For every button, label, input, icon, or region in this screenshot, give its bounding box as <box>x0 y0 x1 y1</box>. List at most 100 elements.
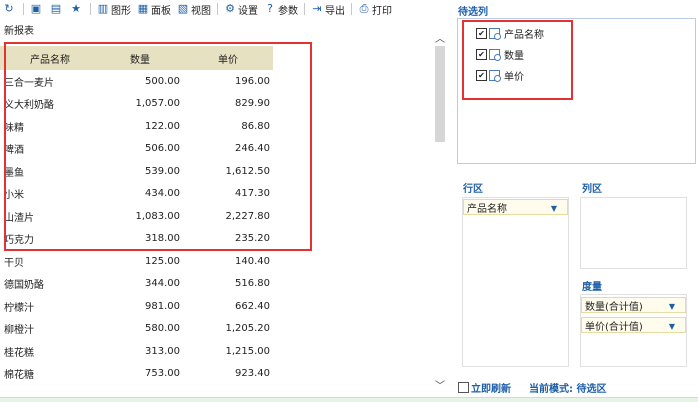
cell-product: 味精 <box>4 122 24 134</box>
column-zone-label: 列区 <box>582 184 602 195</box>
star-button[interactable]: ★ <box>67 0 87 18</box>
column-zone[interactable] <box>580 197 687 269</box>
field-label: 产品名称 <box>504 30 544 41</box>
params-button[interactable]: ? 参数 <box>261 0 301 18</box>
toolbar-label: 视图 <box>191 5 211 17</box>
view-button[interactable]: ▧ 视图 <box>174 0 214 18</box>
toolbar-separator <box>304 3 305 15</box>
zone-item-label: 数量(合计值) <box>585 301 643 313</box>
cell-price: 923.40 <box>235 368 270 380</box>
measure-item-quantity[interactable]: 数量(合计值) ▼ <box>581 297 686 313</box>
field-search-icon <box>489 28 501 40</box>
toolbar-separator <box>217 3 218 15</box>
cell-quantity: 539.00 <box>145 165 180 177</box>
cell-product: 巧克力 <box>4 235 34 247</box>
cell-price: 1,205.20 <box>225 323 270 335</box>
table-row[interactable]: 味精 122.00 86.80 <box>0 115 273 138</box>
chevron-down-icon[interactable]: ﹀ <box>435 377 445 392</box>
table-row[interactable]: 三合一麦片 500.00 196.00 <box>0 70 273 93</box>
table-row[interactable]: 巧克力 318.00 235.20 <box>0 228 273 251</box>
table-row[interactable]: 义大利奶酪 1,057.00 829.90 <box>0 93 273 116</box>
candidates-title: 待选列 <box>458 7 488 18</box>
cell-quantity: 313.00 <box>145 345 180 357</box>
candidate-field-list: ✔ 产品名称 ✔ 数量 ✔ 单价 <box>457 18 696 164</box>
table-row[interactable]: 桂花糕 313.00 1,215.00 <box>0 340 273 363</box>
table-row[interactable]: 啤酒 506.00 246.40 <box>0 138 273 161</box>
cell-price: 417.30 <box>235 188 270 200</box>
bottom-bar: 立即刷新 当前模式: 待选区 <box>458 380 606 395</box>
cell-price: 196.00 <box>235 75 270 87</box>
cell-product: 墨鱼 <box>4 167 24 179</box>
cell-price: 235.20 <box>235 233 270 245</box>
params-icon: ? <box>267 2 273 15</box>
scrollbar-thumb[interactable] <box>435 46 445 142</box>
column-header-quantity[interactable]: 数量 <box>97 46 183 70</box>
mode-status: 当前模式: 待选区 <box>529 384 607 395</box>
toolbar-label: 设置 <box>238 5 258 17</box>
measure-item-price[interactable]: 单价(合计值) ▼ <box>581 317 686 333</box>
table-row[interactable]: 棉花糖 753.00 923.40 <box>0 363 273 386</box>
candidate-field-quantity[interactable]: ✔ 数量 <box>476 47 524 62</box>
candidate-field-product[interactable]: ✔ 产品名称 <box>476 26 544 41</box>
cell-product: 山渣片 <box>4 212 34 224</box>
cell-quantity: 125.00 <box>145 255 180 267</box>
cell-product: 啤酒 <box>4 145 24 157</box>
auto-refresh-checkbox[interactable] <box>458 382 469 393</box>
table-row[interactable]: 墨鱼 539.00 1,612.50 <box>0 160 273 183</box>
table-row[interactable]: 柠檬汁 981.00 662.40 <box>0 295 273 318</box>
settings-button[interactable]: ⚙ 设置 <box>221 0 261 18</box>
table-row[interactable]: 柳橙汁 580.00 1,205.20 <box>0 318 273 341</box>
checkbox-checked-icon[interactable]: ✔ <box>476 28 487 39</box>
view-icon: ▧ <box>177 2 189 15</box>
column-header-price[interactable]: 单价 <box>183 46 273 70</box>
panel-button[interactable]: ▦ 面板 <box>134 0 174 18</box>
cell-quantity: 981.00 <box>145 300 180 312</box>
measure-zone[interactable]: 数量(合计值) ▼ 单价(合计值) ▼ <box>580 294 687 367</box>
cell-quantity: 1,057.00 <box>135 98 180 110</box>
refresh-button[interactable]: ↻ <box>0 0 20 18</box>
table-row[interactable]: 小米 434.00 417.30 <box>0 183 273 206</box>
cell-price: 2,227.80 <box>225 210 270 222</box>
print-button[interactable]: ⎙ 打印 <box>355 0 395 18</box>
cell-quantity: 1,083.00 <box>135 210 180 222</box>
chevron-up-icon[interactable]: ︿ <box>435 30 445 45</box>
report-table-area: 产品名称 数量 单价 三合一麦片 500.00 196.00 义大利奶酪 1,057.0… <box>0 46 432 400</box>
cell-price: 1,612.50 <box>225 165 270 177</box>
cell-price: 246.40 <box>235 143 270 155</box>
auto-refresh-label[interactable]: 立即刷新 <box>471 380 511 395</box>
toolbar-label: 参数 <box>278 5 298 17</box>
chart-button[interactable]: ▥ 图形 <box>94 0 134 18</box>
table-row[interactable]: 干贝 125.00 140.40 <box>0 250 273 273</box>
export-button[interactable]: ⇥ 导出 <box>308 0 348 18</box>
checkbox-checked-icon[interactable]: ✔ <box>476 49 487 60</box>
zone-item-label: 单价(合计值) <box>585 321 643 333</box>
cell-product: 桂花糕 <box>4 347 34 359</box>
cell-quantity: 580.00 <box>145 323 180 335</box>
field-label: 单价 <box>504 72 524 83</box>
saveas-button[interactable]: ▤ <box>47 0 67 18</box>
candidate-field-price[interactable]: ✔ 单价 <box>476 68 524 83</box>
row-zone[interactable]: 产品名称 ▼ <box>462 197 569 367</box>
checkbox-checked-icon[interactable]: ✔ <box>476 70 487 81</box>
dropdown-arrow-icon[interactable]: ▼ <box>669 322 675 331</box>
vertical-scrollbar[interactable]: ︿ ﹀ <box>433 22 447 392</box>
settings-icon: ⚙ <box>225 2 235 15</box>
measure-zone-label: 度量 <box>582 282 602 293</box>
cell-product: 三合一麦片 <box>4 77 54 89</box>
dropdown-arrow-icon[interactable]: ▼ <box>669 302 675 311</box>
cell-price: 140.40 <box>235 255 270 267</box>
toolbar-label: 导出 <box>325 5 345 17</box>
cell-quantity: 506.00 <box>145 143 180 155</box>
table-row[interactable]: 德国奶酪 344.00 516.80 <box>0 273 273 296</box>
cell-product: 柠檬汁 <box>4 302 34 314</box>
column-header-product[interactable]: 产品名称 <box>0 46 97 70</box>
table-row[interactable]: 山渣片 1,083.00 2,227.80 <box>0 205 273 228</box>
cell-price: 662.40 <box>235 300 270 312</box>
cell-product: 棉花糖 <box>4 370 34 382</box>
dropdown-arrow-icon[interactable]: ▼ <box>551 204 557 213</box>
saveas-icon: ▤ <box>50 2 62 15</box>
save-button[interactable]: ▣ <box>27 0 47 18</box>
cell-price: 86.80 <box>241 120 270 132</box>
row-zone-item-product[interactable]: 产品名称 ▼ <box>463 199 568 215</box>
cell-price: 1,215.00 <box>225 345 270 357</box>
